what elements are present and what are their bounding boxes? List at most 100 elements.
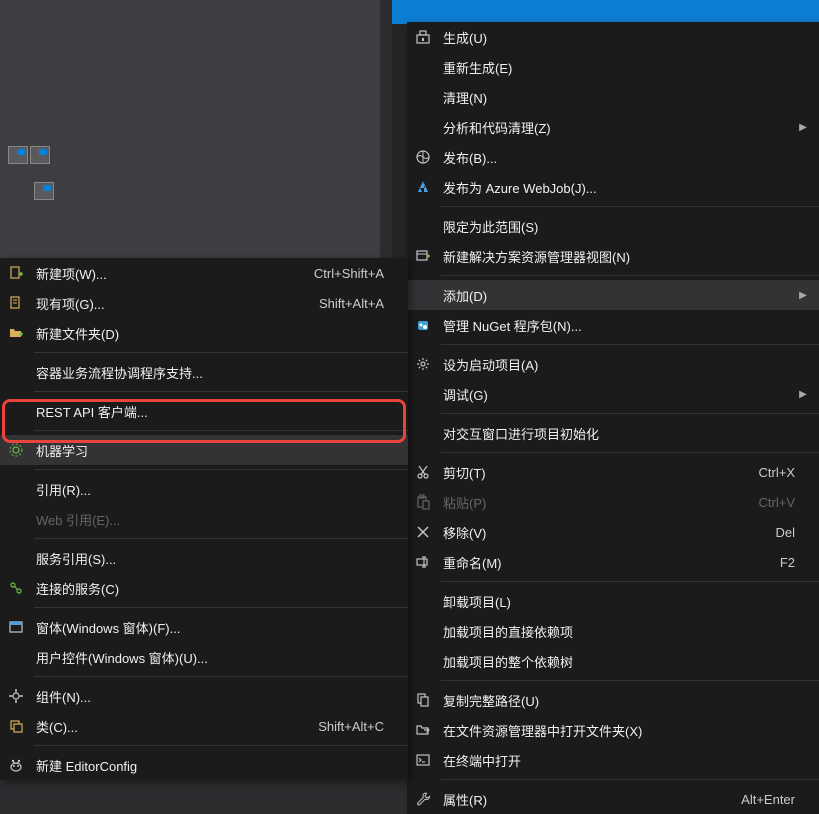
menu-item-label: 容器业务流程协调程序支持...: [32, 363, 400, 382]
azure-icon: [407, 172, 439, 202]
menu-item[interactable]: 移除(V)Del: [407, 517, 819, 547]
new-item-icon: [0, 258, 32, 288]
menu-item-label: 重新生成(E): [439, 58, 811, 77]
no-icon: [407, 52, 439, 82]
menu-item[interactable]: 管理 NuGet 程序包(N)...: [407, 310, 819, 340]
menu-item-label: 剪切(T): [439, 463, 759, 482]
menu-item-label: 设为启动项目(A): [439, 355, 811, 374]
menu-item[interactable]: 加载项目的直接依赖项: [407, 616, 819, 646]
menu-item-label: 加载项目的整个依赖树: [439, 652, 811, 671]
menu-item[interactable]: 调试(G)▶: [407, 379, 819, 409]
menu-item-label: 在文件资源管理器中打开文件夹(X): [439, 721, 811, 740]
menu-item-label: 调试(G): [439, 385, 795, 404]
menu-separator: [441, 206, 819, 207]
menu-item-label: 在终端中打开: [439, 751, 811, 770]
menu-item: 粘贴(P)Ctrl+V: [407, 487, 819, 517]
ml-icon: [0, 435, 32, 465]
no-icon: [407, 616, 439, 646]
menu-item[interactable]: 复制完整路径(U): [407, 685, 819, 715]
background-panel: [0, 0, 380, 260]
cut-icon: [407, 457, 439, 487]
menu-item[interactable]: 重新生成(E): [407, 52, 819, 82]
publish-icon: [407, 142, 439, 172]
menu-item-label: 现有项(G)...: [32, 294, 319, 313]
menu-separator: [441, 779, 819, 780]
menu-item-label: 加载项目的直接依赖项: [439, 622, 811, 641]
menu-item-label: 组件(N)...: [32, 687, 400, 706]
menu-item-label: 连接的服务(C): [32, 579, 400, 598]
menu-separator: [34, 676, 408, 677]
build-icon: [407, 22, 439, 52]
menu-item-label: 新建 EditorConfig: [32, 756, 400, 775]
menu-item[interactable]: 窗体(Windows 窗体)(F)...: [0, 612, 408, 642]
menu-item-shortcut: Alt+Enter: [741, 792, 811, 807]
menu-item-label: 生成(U): [439, 28, 811, 47]
menu-item[interactable]: 添加(D)▶: [407, 280, 819, 310]
menu-item[interactable]: 新建项(W)...Ctrl+Shift+A: [0, 258, 408, 288]
menu-item[interactable]: 重命名(M)F2: [407, 547, 819, 577]
thumb-icon: [30, 146, 50, 164]
menu-item[interactable]: 清理(N): [407, 82, 819, 112]
no-icon: [407, 586, 439, 616]
nuget-icon: [407, 310, 439, 340]
menu-separator: [441, 581, 819, 582]
paste-icon: [407, 487, 439, 517]
menu-item[interactable]: 发布为 Azure WebJob(J)...: [407, 172, 819, 202]
menu-item[interactable]: 服务引用(S)...: [0, 543, 408, 573]
menu-item[interactable]: 在终端中打开: [407, 745, 819, 775]
menu-item[interactable]: 机器学习: [0, 435, 408, 465]
menu-separator: [441, 452, 819, 453]
menu-item[interactable]: 卸载项目(L): [407, 586, 819, 616]
menu-item[interactable]: 用户控件(Windows 窗体)(U)...: [0, 642, 408, 672]
project-context-menu: 生成(U) 重新生成(E) 清理(N)分析和代码清理(Z)▶ 发布(B)... 发布为 …: [407, 22, 819, 814]
no-icon: [407, 211, 439, 241]
menu-item[interactable]: REST API 客户端...: [0, 396, 408, 426]
no-icon: [0, 504, 32, 534]
menu-item-label: 类(C)...: [32, 717, 318, 736]
open-folder-icon: [407, 715, 439, 745]
existing-item-icon: [0, 288, 32, 318]
terminal-icon: [407, 745, 439, 775]
menu-item-label: 新建项(W)...: [32, 264, 314, 283]
menu-item[interactable]: 限定为此范围(S): [407, 211, 819, 241]
menu-item-shortcut: F2: [780, 555, 811, 570]
menu-item-label: 分析和代码清理(Z): [439, 118, 795, 137]
menu-item-shortcut: Ctrl+Shift+A: [314, 266, 400, 281]
menu-item[interactable]: 现有项(G)...Shift+Alt+A: [0, 288, 408, 318]
menu-item[interactable]: 加载项目的整个依赖树: [407, 646, 819, 676]
no-icon: [407, 82, 439, 112]
menu-item[interactable]: 发布(B)...: [407, 142, 819, 172]
menu-item[interactable]: 类(C)...Shift+Alt+C: [0, 711, 408, 741]
menu-item[interactable]: 对交互窗口进行项目初始化: [407, 418, 819, 448]
menu-item[interactable]: 连接的服务(C): [0, 573, 408, 603]
menu-item[interactable]: 在文件资源管理器中打开文件夹(X): [407, 715, 819, 745]
menu-item[interactable]: 组件(N)...: [0, 681, 408, 711]
menu-item-label: 管理 NuGet 程序包(N)...: [439, 316, 811, 335]
copy-path-icon: [407, 685, 439, 715]
no-icon: [407, 418, 439, 448]
menu-separator: [441, 680, 819, 681]
menu-separator: [34, 391, 408, 392]
menu-item[interactable]: 引用(R)...: [0, 474, 408, 504]
menu-item[interactable]: 属性(R)Alt+Enter: [407, 784, 819, 814]
menu-item[interactable]: 容器业务流程协调程序支持...: [0, 357, 408, 387]
menu-separator: [441, 413, 819, 414]
menu-item-shortcut: Ctrl+V: [759, 495, 811, 510]
menu-separator: [34, 538, 408, 539]
no-icon: [407, 379, 439, 409]
new-folder-icon: [0, 318, 32, 348]
menu-item[interactable]: 新建 EditorConfig: [0, 750, 408, 780]
menu-item[interactable]: 剪切(T)Ctrl+X: [407, 457, 819, 487]
menu-separator: [441, 344, 819, 345]
menu-item-label: 窗体(Windows 窗体)(F)...: [32, 618, 400, 637]
menu-item[interactable]: 生成(U): [407, 22, 819, 52]
menu-item-label: 发布(B)...: [439, 148, 811, 167]
menu-item[interactable]: 设为启动项目(A): [407, 349, 819, 379]
menu-item[interactable]: 分析和代码清理(Z)▶: [407, 112, 819, 142]
menu-item-label: 粘贴(P): [439, 493, 759, 512]
selected-project-row[interactable]: [392, 0, 819, 24]
menu-item[interactable]: 新建解决方案资源管理器视图(N): [407, 241, 819, 271]
menu-item[interactable]: 新建文件夹(D): [0, 318, 408, 348]
wrench-icon: [407, 784, 439, 814]
menu-item-label: 对交互窗口进行项目初始化: [439, 424, 811, 443]
